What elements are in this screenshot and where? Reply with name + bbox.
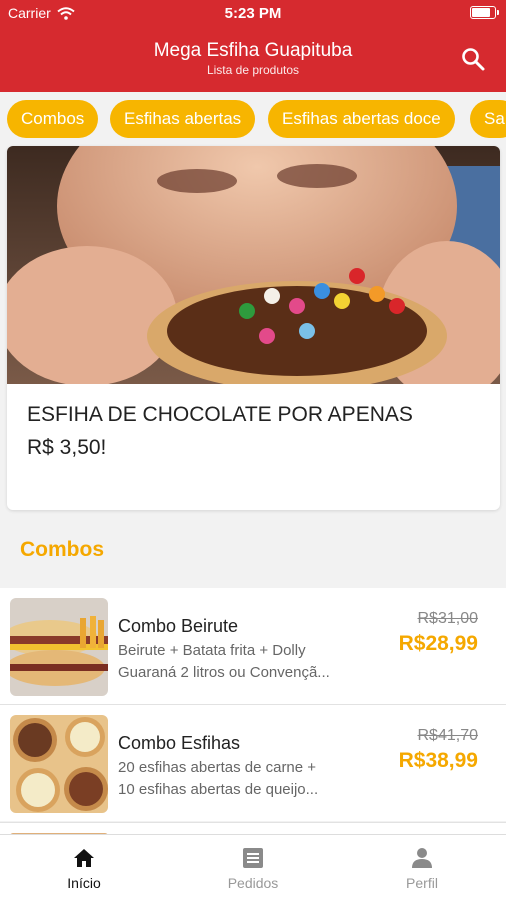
list-icon — [243, 848, 263, 868]
promo-line-1: ESFIHA DE CHOCOLATE POR APENAS — [27, 403, 413, 426]
promo-banner[interactable]: ESFIHA DE CHOCOLATE POR APENAS R$ 3,50! — [7, 146, 500, 510]
home-icon — [74, 849, 94, 867]
chip-esfihas-abertas-doce[interactable]: Esfihas abertas doce — [268, 100, 455, 138]
promo-text: ESFIHA DE CHOCOLATE POR APENAS R$ 3,50! — [27, 398, 480, 464]
chocolate-esfiha-image — [7, 146, 500, 384]
tab-perfil[interactable]: Perfil — [362, 845, 482, 891]
product-price: R$28,99 — [398, 632, 478, 655]
battery-icon — [470, 6, 499, 19]
product-description-line: 10 esfihas abertas de queijo... — [118, 781, 319, 798]
product-name: Combo Esfihas — [118, 733, 241, 753]
chip-next-category[interactable]: Sa — [470, 100, 506, 138]
status-bar: Carrier 5:23 PM — [0, 0, 506, 26]
product-row[interactable]: Combo Esfihas 20 esfihas abertas de carn… — [0, 705, 506, 821]
app-header: Carrier 5:23 PM Mega Esfiha Guapituba Li… — [0, 0, 506, 92]
tab-label: Início — [67, 875, 101, 891]
product-old-price: R$31,00 — [417, 610, 479, 627]
product-old-price: R$41,70 — [417, 727, 479, 744]
tab-label: Perfil — [406, 875, 438, 891]
category-chips: Combos Esfihas abertas Esfihas abertas d… — [0, 96, 506, 142]
combo-esfihas-image — [10, 715, 108, 813]
chip-combos[interactable]: Combos — [7, 100, 99, 138]
product-price: R$38,99 — [398, 749, 478, 772]
status-time: 5:23 PM — [224, 5, 282, 22]
chip-esfihas-abertas[interactable]: Esfihas abertas — [110, 100, 256, 138]
product-name: Combo Beirute — [118, 616, 239, 636]
page-subtitle: Lista de produtos — [206, 63, 300, 77]
product-description-line: 20 esfihas abertas de carne + — [118, 759, 317, 776]
page-title: Mega Esfiha Guapituba — [153, 40, 353, 61]
product-description: Beirute + Batata frita + Dolly Guaraná 2… — [118, 640, 370, 684]
tab-bar: Início Pedidos Perfil — [0, 834, 506, 900]
search-icon[interactable] — [460, 46, 486, 72]
promo-line-2: R$ 3,50! — [27, 436, 107, 459]
tab-inicio[interactable]: Início — [24, 845, 144, 891]
section-title-combos: Combos — [20, 538, 104, 561]
person-icon — [412, 848, 432, 868]
tab-pedidos[interactable]: Pedidos — [193, 845, 313, 891]
product-description-line: Beirute + Batata frita + Dolly — [118, 642, 306, 659]
tab-label: Pedidos — [227, 875, 279, 891]
combo-beirute-image — [10, 598, 108, 696]
next-product-row-partial — [0, 822, 506, 837]
title-block: Mega Esfiha Guapituba Lista de produtos — [0, 40, 506, 77]
product-row[interactable]: Combo Beirute Beirute + Batata frita + D… — [0, 588, 506, 704]
product-description-line: Guaraná 2 litros ou Convençã... — [118, 664, 330, 681]
product-description: 20 esfihas abertas de carne + 10 esfihas… — [118, 757, 370, 801]
